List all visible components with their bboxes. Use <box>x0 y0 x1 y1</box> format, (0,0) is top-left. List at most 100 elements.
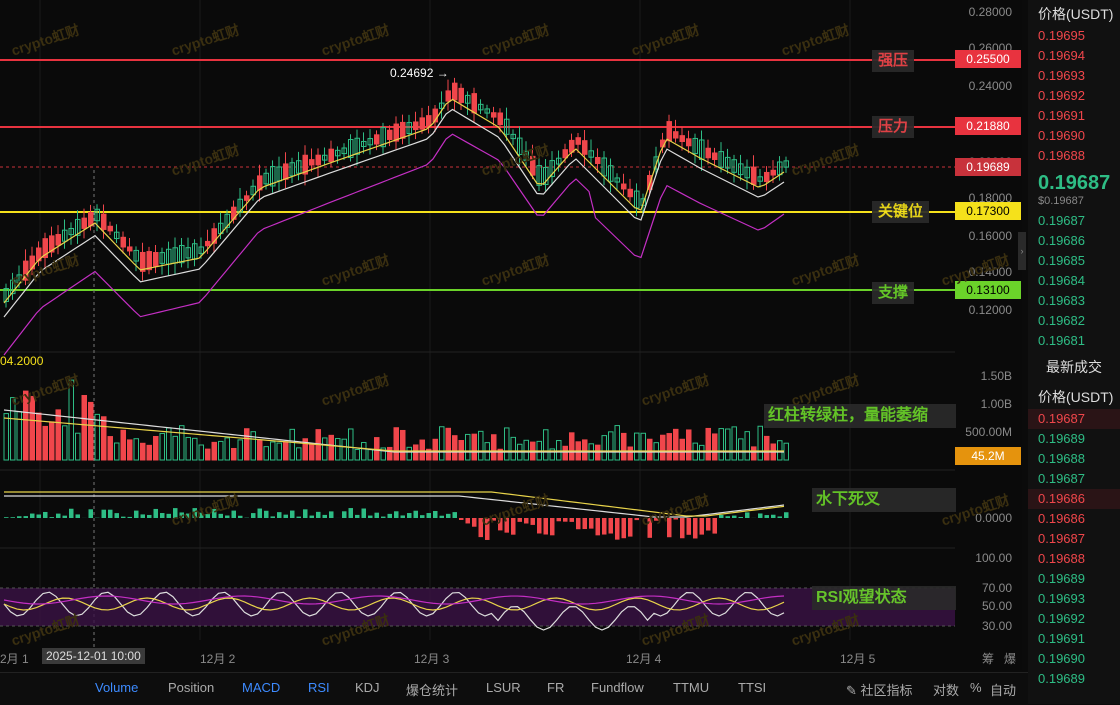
macd-bar <box>251 513 256 518</box>
bid-row[interactable]: 0.19682 <box>1028 311 1120 331</box>
candle-body <box>82 218 87 228</box>
volume-bar <box>173 436 178 460</box>
indicator-tab-kdj[interactable]: KDJ <box>355 680 380 695</box>
indicator-tab-fundflow[interactable]: Fundflow <box>591 680 644 695</box>
indicator-tab-rsi[interactable]: RSI <box>308 680 330 695</box>
volume-bar <box>115 443 120 460</box>
candle-body <box>498 113 503 125</box>
volume-bar <box>388 447 393 460</box>
volume-bar <box>453 436 458 460</box>
percent-scale-toggle[interactable]: % <box>970 680 982 695</box>
volume-bar <box>37 413 42 460</box>
candle-body <box>147 252 152 270</box>
auto-scale-toggle[interactable]: 自动 <box>990 680 1016 699</box>
axis-tick-label: 50.00 <box>982 599 1012 613</box>
macd-bar <box>771 515 776 518</box>
macd-bar <box>154 509 159 518</box>
candle-body <box>596 158 601 164</box>
indicator-tab-fr[interactable]: FR <box>547 680 564 695</box>
macd-bar <box>63 516 68 518</box>
axis-tick-label: 1.00B <box>981 397 1012 411</box>
bid-row[interactable]: 0.19687 <box>1028 211 1120 231</box>
macd-bar <box>76 514 81 518</box>
macd-bar <box>310 516 315 518</box>
bid-row[interactable]: 0.19681 <box>1028 331 1120 351</box>
trade-row: 0.19688 <box>1028 549 1120 569</box>
chart-area[interactable]: 0.280000.260000.240000.220000.200000.180… <box>0 0 1022 670</box>
volume-bar <box>50 422 55 460</box>
macd-bar <box>160 513 165 518</box>
bid-row[interactable]: 0.19686 <box>1028 231 1120 251</box>
macd-bar <box>316 512 321 518</box>
ask-row[interactable]: 0.19688 <box>1028 146 1120 166</box>
macd-bar <box>225 515 230 518</box>
macd-bar <box>355 515 360 518</box>
volume-bar <box>524 440 529 460</box>
panel-collapse-handle[interactable]: › <box>1018 232 1026 270</box>
trade-row: 0.19691 <box>1028 629 1120 649</box>
indicator-tab-volume[interactable]: Volume <box>95 680 138 695</box>
volume-bar <box>108 437 113 460</box>
macd-note: 水下死叉 <box>812 488 956 512</box>
trade-row: 0.19687 <box>1028 529 1120 549</box>
volume-bar <box>635 433 640 460</box>
trade-row: 0.19688 <box>1028 449 1120 469</box>
volume-bar <box>102 417 107 460</box>
volume-bar <box>277 443 282 460</box>
ask-row[interactable]: 0.19692 <box>1028 86 1120 106</box>
orderbook-panel: 价格(USDT) 0.196950.196940.196930.196920.1… <box>1028 0 1120 704</box>
macd-bar <box>56 514 61 518</box>
trade-row: 0.19689 <box>1028 669 1120 689</box>
liquidation-button[interactable]: 爆 <box>1004 650 1016 667</box>
bid-row[interactable]: 0.19683 <box>1028 291 1120 311</box>
volume-bar <box>193 438 198 460</box>
ask-row[interactable]: 0.19690 <box>1028 126 1120 146</box>
indicator-tab-ttmu[interactable]: TTMU <box>673 680 709 695</box>
macd-bar <box>635 518 640 520</box>
indicator-tab-position[interactable]: Position <box>168 680 214 695</box>
macd-bar <box>401 515 406 518</box>
indicator-tab-ttsi[interactable]: TTSI <box>738 680 766 695</box>
bid-row[interactable]: 0.19685 <box>1028 251 1120 271</box>
macd-bar <box>765 515 770 518</box>
candle-body <box>310 160 315 165</box>
macd-bar <box>30 514 35 518</box>
macd-bar <box>284 515 289 518</box>
level-tag-support: 支撑 <box>872 282 914 304</box>
volume-bar <box>355 450 360 460</box>
candle-body <box>56 235 61 246</box>
log-scale-toggle[interactable]: 对数 <box>933 680 959 699</box>
candle-body <box>102 214 107 229</box>
volume-bar <box>180 426 185 460</box>
bid-row[interactable]: 0.19684 <box>1028 271 1120 291</box>
macd-bar <box>784 512 789 518</box>
price-chart-svg[interactable] <box>0 0 1022 670</box>
volume-bar <box>56 410 61 460</box>
indicator-tab-lsur[interactable]: LSUR <box>486 680 521 695</box>
macd-bar <box>433 511 438 518</box>
level-tag-resistance: 压力 <box>872 116 914 138</box>
trade-row: 0.19686 <box>1028 489 1120 509</box>
indicator-tab-macd[interactable]: MACD <box>242 680 280 695</box>
chips-button[interactable]: 筹 <box>982 650 994 667</box>
macd-bar <box>323 515 328 518</box>
volume-bar <box>63 426 68 460</box>
ask-row[interactable]: 0.19694 <box>1028 46 1120 66</box>
volume-bar <box>407 447 412 460</box>
date-label: 12月 5 <box>840 650 875 667</box>
volume-bar <box>544 430 549 460</box>
macd-bar <box>726 516 731 518</box>
volume-bar <box>219 441 224 460</box>
macd-bar <box>89 509 94 518</box>
high-annotation: 0.24692 → <box>390 66 449 80</box>
volume-bar <box>583 440 588 460</box>
volume-bar <box>440 427 445 460</box>
community-indicators-button[interactable]: ✎ 社区指标 <box>846 680 913 699</box>
volume-bar <box>349 429 354 460</box>
ask-row[interactable]: 0.19693 <box>1028 66 1120 86</box>
ask-row[interactable]: 0.19691 <box>1028 106 1120 126</box>
macd-bar <box>238 516 243 518</box>
trades-title[interactable]: 最新成交 <box>1028 355 1120 379</box>
indicator-tab-爆仓统计[interactable]: 爆仓统计 <box>406 680 458 699</box>
ask-row[interactable]: 0.19695 <box>1028 26 1120 46</box>
